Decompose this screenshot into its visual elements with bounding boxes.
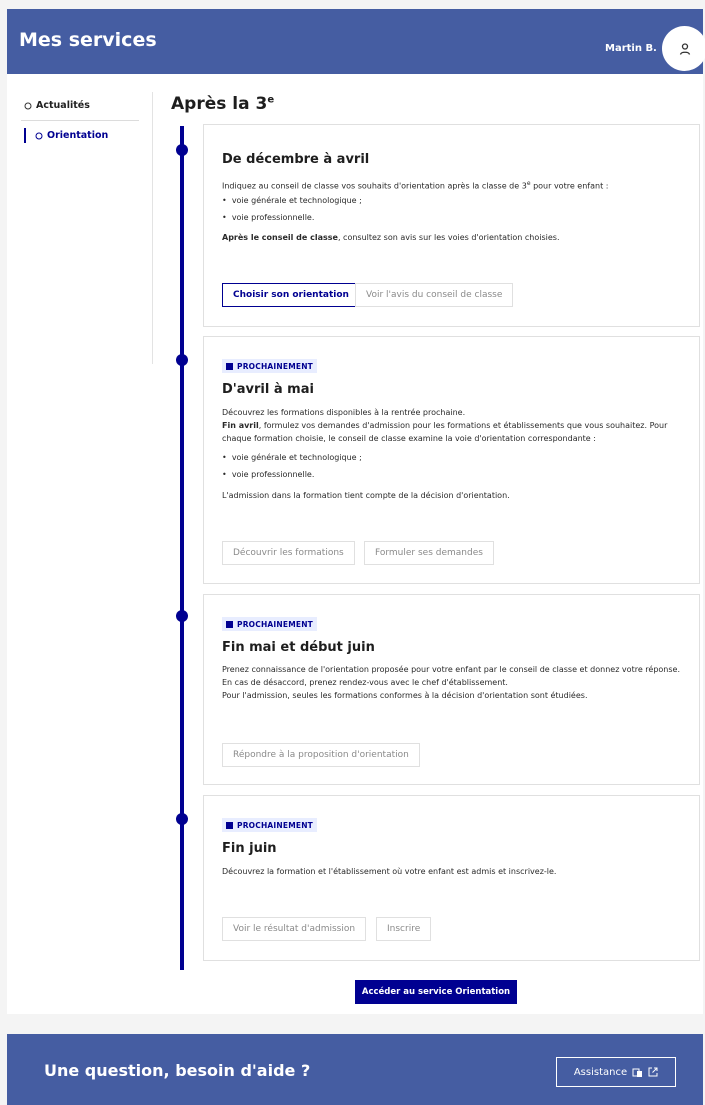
- page-title: Après la 3e: [171, 94, 275, 114]
- card-title: Fin juin: [222, 841, 277, 856]
- status-badge: PROCHAINEMENT: [222, 818, 318, 832]
- info-icon: [226, 362, 233, 370]
- card-text: En cas de désaccord, prenez rendez-vous …: [222, 678, 508, 687]
- assistance-button[interactable]: Assistance: [556, 1057, 676, 1087]
- access-orientation-service-button[interactable]: Accéder au service Orientation: [355, 980, 517, 1004]
- view-council-opinion-button[interactable]: Voir l'avis du conseil de classe: [355, 283, 514, 307]
- view-admission-result-button[interactable]: Voir le résultat d'admission: [222, 917, 367, 941]
- main-panel: Actualités Orientation Après la 3e De dé…: [7, 74, 703, 1014]
- card-text: Fin avril, formulez vos demandes d'admis…: [222, 421, 668, 430]
- info-icon: [226, 821, 233, 829]
- list-item: • voie générale et technologique ;: [222, 453, 362, 462]
- card-text: Prenez connaissance de l'orientation pro…: [222, 665, 680, 674]
- list-item: • voie professionnelle.: [222, 470, 315, 479]
- info-icon: [226, 620, 233, 628]
- card-text: Indiquez au conseil de classe vos souhai…: [222, 180, 609, 191]
- card-text: chaque formation choisie, le conseil de …: [222, 434, 596, 443]
- circle-icon: [24, 102, 32, 109]
- timeline-dot: [176, 144, 188, 156]
- help-question: Une question, besoin d'aide ?: [44, 1061, 311, 1080]
- step-card: PROCHAINEMENT Fin mai et début juin Pren…: [203, 594, 700, 785]
- avatar-button[interactable]: [662, 26, 705, 71]
- submit-requests-button[interactable]: Formuler ses demandes: [364, 541, 494, 565]
- step-card: PROCHAINEMENT Fin juin Découvrez la form…: [203, 795, 700, 961]
- external-link-icon: [648, 1067, 658, 1077]
- card-text: Après le conseil de classe, consultez so…: [222, 233, 560, 242]
- app-title: Mes services: [19, 29, 157, 51]
- choose-orientation-button[interactable]: Choisir son orientation: [222, 283, 360, 307]
- register-button[interactable]: Inscrire: [376, 917, 432, 941]
- sidebar-item-actualites[interactable]: Actualités: [24, 100, 90, 111]
- step-card: De décembre à avril Indiquez au conseil …: [203, 124, 700, 327]
- assistance-label: Assistance: [573, 1066, 628, 1078]
- status-badge: PROCHAINEMENT: [222, 359, 318, 373]
- card-title: De décembre à avril: [222, 152, 370, 167]
- answer-proposal-button[interactable]: Répondre à la proposition d'orientation: [222, 743, 420, 767]
- card-text: Découvrez la formation et l'établissemen…: [222, 867, 557, 876]
- timeline-dot: [176, 813, 188, 825]
- footer: Une question, besoin d'aide ? Assistance: [7, 1034, 703, 1105]
- sidebar-item-orientation[interactable]: Orientation: [24, 128, 108, 143]
- sidebar-border: [152, 92, 153, 364]
- active-indicator: [24, 128, 26, 143]
- status-badge: PROCHAINEMENT: [222, 617, 318, 631]
- timeline-line: [180, 126, 184, 970]
- user-name[interactable]: Martin B.: [605, 43, 657, 54]
- circle-icon: [35, 132, 43, 139]
- card-title: Fin mai et début juin: [222, 640, 375, 655]
- list-item: • voie générale et technologique ;: [222, 196, 362, 205]
- header: Mes services Martin B.: [7, 9, 705, 74]
- timeline-dot: [176, 610, 188, 622]
- timeline-dot: [176, 354, 188, 366]
- support-icon: [632, 1068, 643, 1077]
- sidebar-divider: [21, 120, 139, 121]
- card-title: D'avril à mai: [222, 382, 314, 397]
- step-card: PROCHAINEMENT D'avril à mai Découvrez le…: [203, 336, 700, 584]
- user-icon: [679, 42, 690, 55]
- card-text: Découvrez les formations disponibles à l…: [222, 408, 466, 417]
- sidebar-item-label: Actualités: [36, 100, 90, 111]
- discover-formations-button[interactable]: Découvrir les formations: [222, 541, 355, 565]
- card-text: Pour l'admission, seules les formations …: [222, 691, 588, 700]
- card-text: L'admission dans la formation tient comp…: [222, 491, 510, 500]
- list-item: • voie professionnelle.: [222, 213, 315, 222]
- sidebar-item-label: Orientation: [47, 130, 109, 141]
